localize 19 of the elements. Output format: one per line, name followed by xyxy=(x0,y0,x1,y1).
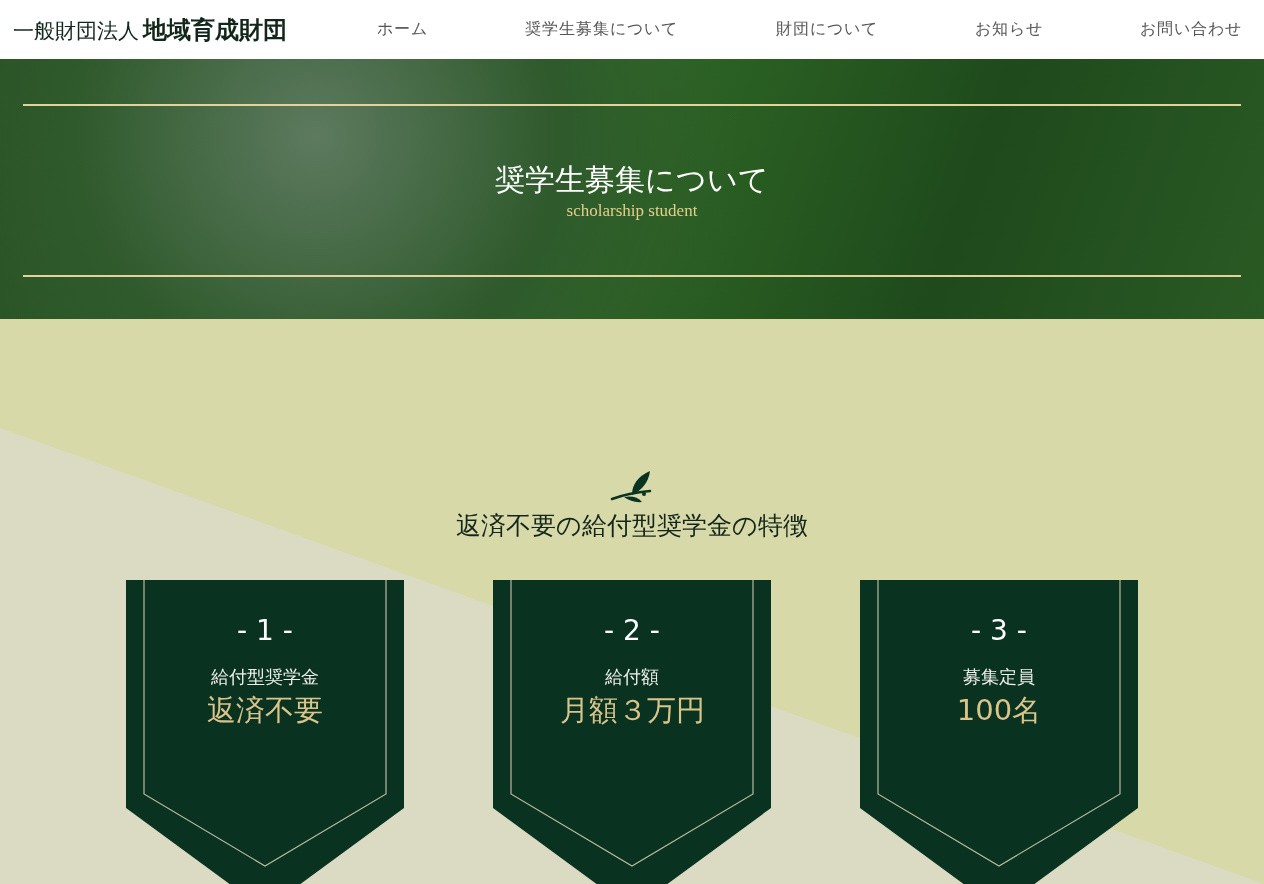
card-number: - 2 - xyxy=(604,614,660,647)
nav-link[interactable]: ホーム xyxy=(377,19,428,40)
card-label: 給付型奨学金 xyxy=(211,665,319,689)
card-number: - 1 - xyxy=(237,614,293,647)
nav-link[interactable]: お問い合わせ xyxy=(1140,19,1242,40)
card-value: 100名 xyxy=(956,692,1042,729)
hero-title: 奨学生募集について xyxy=(495,161,769,199)
card-label: 給付額 xyxy=(605,665,659,689)
hero-subtitle: scholarship student xyxy=(566,201,698,221)
card-value: 返済不要 xyxy=(207,692,323,729)
card-number: - 3 - xyxy=(971,614,1027,647)
section-heading: 返済不要の給付型奨学金の特徴 xyxy=(456,510,808,542)
card-value: 月額３万円 xyxy=(559,692,705,729)
nav-link[interactable]: 奨学生募集について xyxy=(525,19,679,40)
nav-link[interactable]: お知らせ xyxy=(974,19,1043,40)
site-logo[interactable]: 一般財団法人 地域育成財団 xyxy=(13,13,287,46)
leaf-branch-icon xyxy=(610,469,654,505)
card-label: 募集定員 xyxy=(963,665,1035,689)
nav-link[interactable]: 財団について xyxy=(775,19,878,40)
